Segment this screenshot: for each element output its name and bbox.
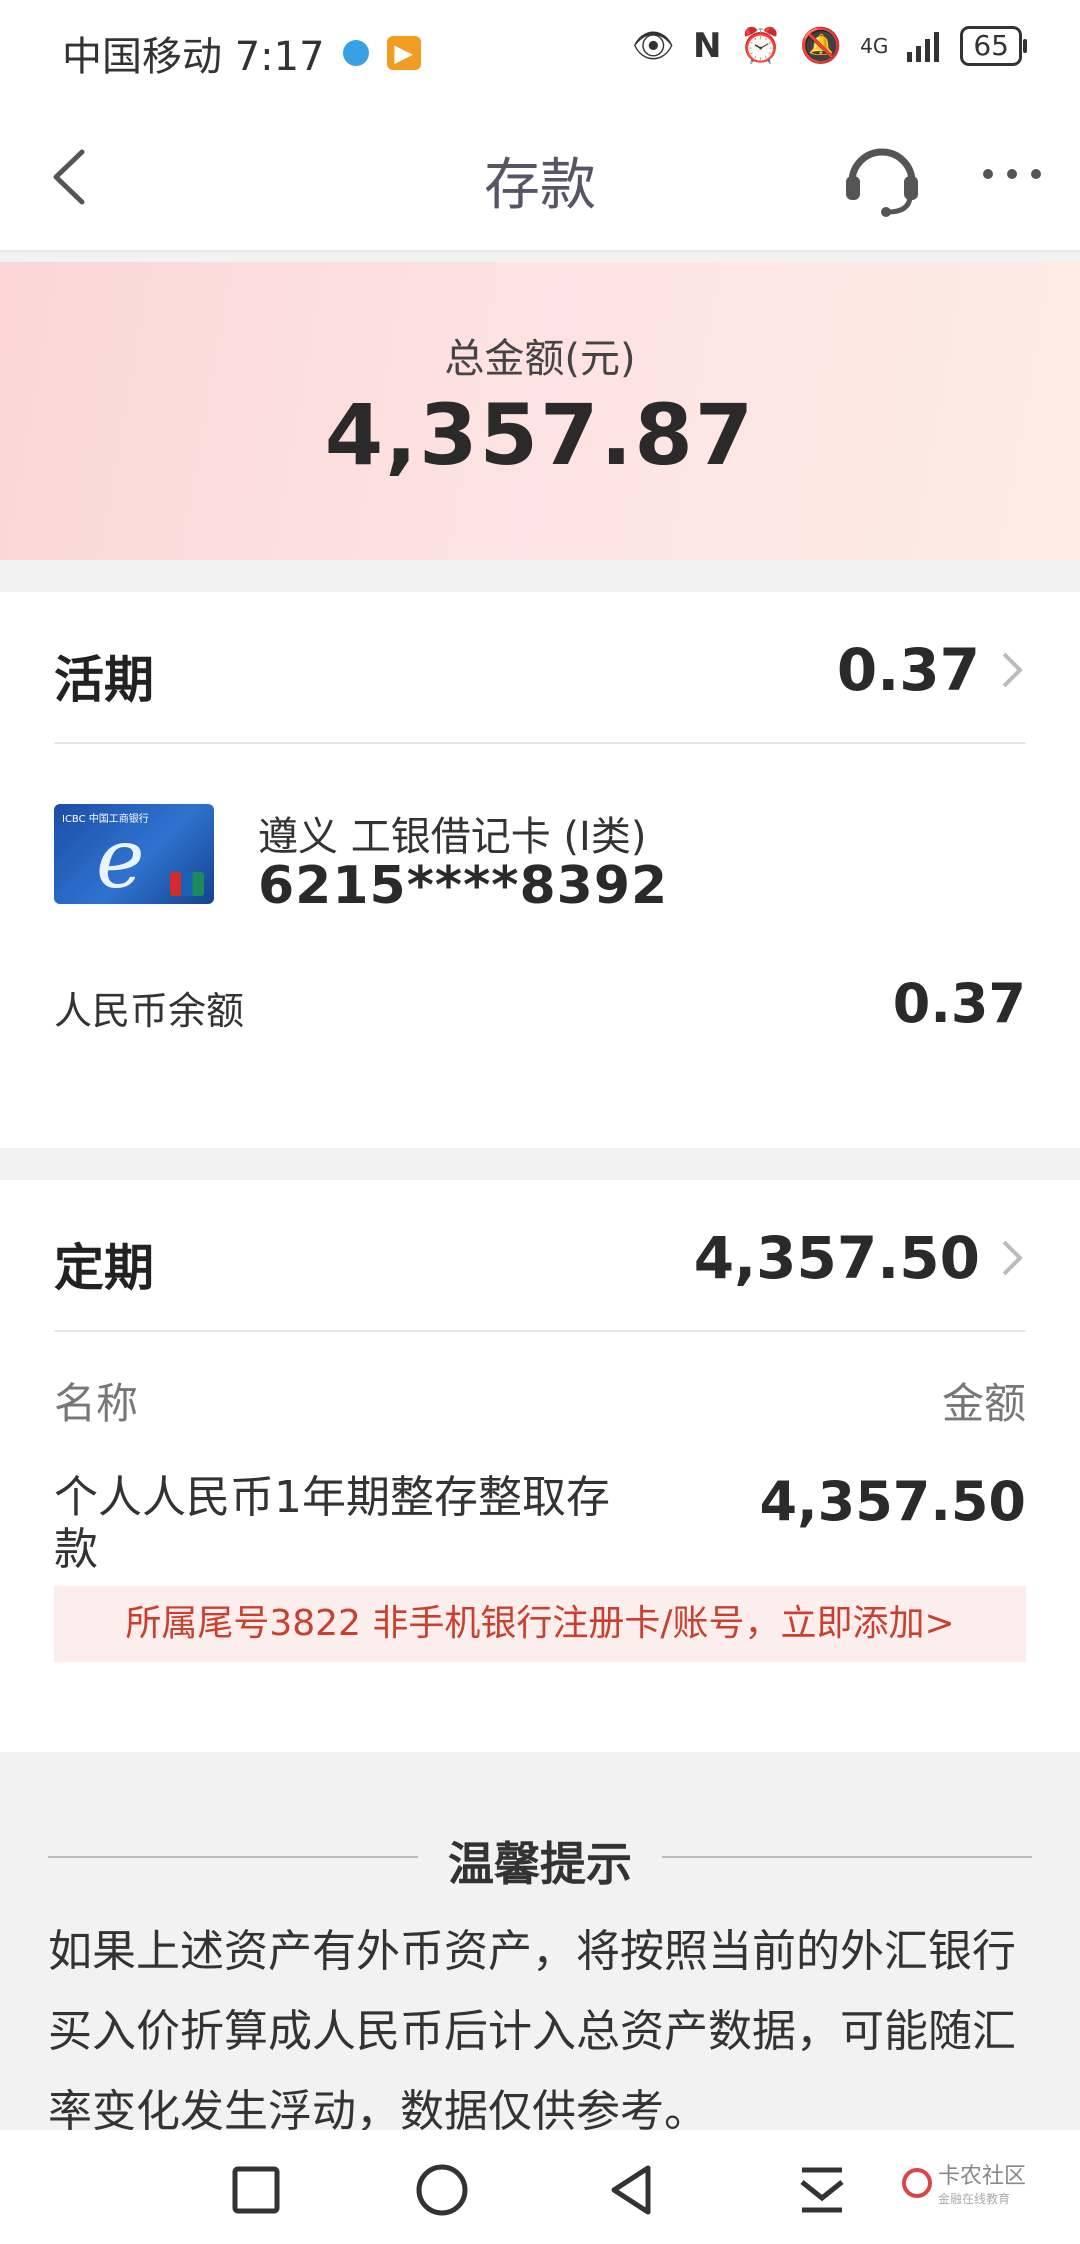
total-panel: 总金额(元) 4,357.87 [0,262,1080,560]
current-deposit-title: 活期 [54,651,154,709]
nav-bar: 存款 [0,100,1080,252]
download-icon[interactable] [792,2160,852,2220]
more-icon[interactable] [980,164,1044,184]
circle-icon[interactable] [412,2160,472,2220]
battery-icon: 65 [960,26,1027,66]
divider [662,1856,1032,1858]
fixed-deposit-card: 定期 4,357.50 名称 金额 个人人民币1年期整存整取存款 4,357.5… [0,1180,1080,1752]
column-header-name: 名称 [54,1379,139,1428]
carrier-time: 中国移动 7:17 [62,34,325,80]
system-nav-bar: 卡农社区 金融在线教育 [0,2130,1080,2244]
watermark-icon [902,2167,932,2198]
tips-title: 温馨提示 [448,1837,632,1891]
total-label: 总金额(元) [444,336,636,382]
status-bar: 中国移动 7:17 ▶ 👁 N ⏰ 🔕 4G 65 [0,0,1080,100]
total-amount: 4,357.87 [324,386,756,484]
chevron-right-icon [1002,652,1023,688]
status-left: 中国移动 7:17 ▶ [62,24,421,82]
current-deposit-card: 活期 0.37 ICBC 中国工商银行 e 遵义 工银借记卡 (I类) 6215… [0,592,1080,1148]
nfc-icon: N [692,26,722,66]
square-icon[interactable] [226,2160,286,2220]
watermark-sub: 金融在线教育 [938,2192,1011,2206]
signal-icon [907,32,940,62]
dot-icon [342,40,369,66]
tips-text: 如果上述资产有外币资产，将按照当前的外汇银行买入价折算成人民币后计入总资产数据，… [48,1926,1016,2137]
back-triangle-icon[interactable] [602,2160,662,2220]
tips-section: 温馨提示 如果上述资产有外币资产，将按照当前的外汇银行买入价折算成人民币后计入总… [0,1752,1080,2137]
bank-card-image: ICBC 中国工商银行 e [54,804,214,904]
customer-service-icon[interactable] [842,138,922,218]
account-number: 6215****8392 [258,856,669,916]
unionpay-icon [170,872,204,896]
alarm-icon: ⏰ [739,26,782,66]
product-name: 个人人民币1年期整存整取存款 [54,1472,610,1575]
status-right: 👁 N ⏰ 🔕 4G 65 [631,26,1027,66]
fixed-deposit-header[interactable]: 定期 4,357.50 [54,1180,1026,1332]
product-amount: 4,357.50 [759,1470,1026,1533]
current-deposit-amount: 0.37 [836,636,980,704]
account-name: 遵义 工银借记卡 (I类) [258,814,647,860]
network-label: 4G [860,34,889,58]
mute-icon: 🔕 [799,26,843,66]
card-e-logo: e [96,812,145,904]
watermark-main: 卡农社区 [938,2164,1027,2189]
eye-icon: 👁 [631,26,675,66]
app-badge-icon: ▶ [386,36,421,70]
watermark-logo: 卡农社区 金融在线教育 [902,2158,1026,2207]
fixed-deposit-title: 定期 [54,1239,154,1297]
chevron-right-icon [1002,1240,1023,1276]
column-header-amount: 金额 [941,1379,1026,1428]
rmb-balance-value: 0.37 [892,972,1026,1035]
add-card-notice-link[interactable]: 所属尾号3822 非手机银行注册卡/账号，立即添加> [54,1586,1026,1662]
current-deposit-header[interactable]: 活期 0.37 [54,592,1026,744]
fixed-deposit-amount: 4,357.50 [693,1224,980,1292]
rmb-balance-label: 人民币余额 [54,989,245,1033]
